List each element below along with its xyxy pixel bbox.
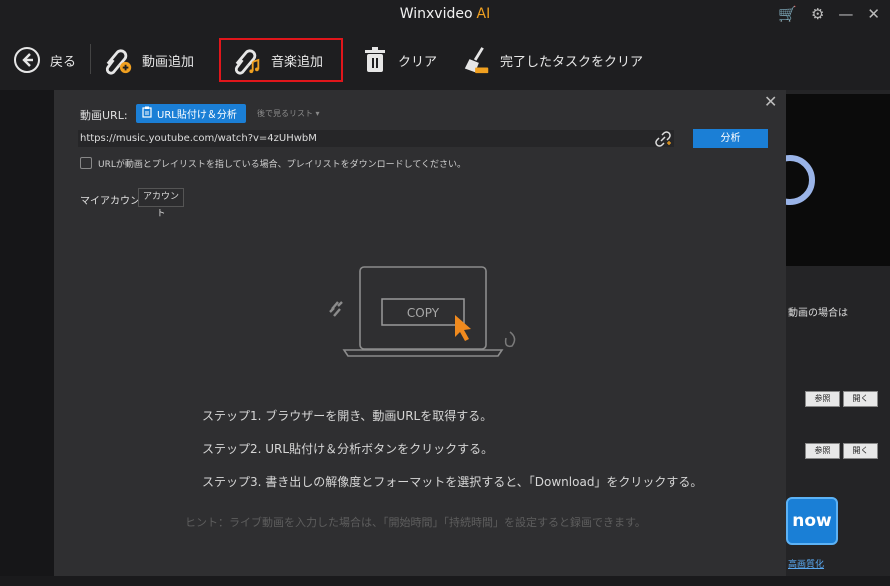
chevron-down-icon: ▾ (315, 109, 320, 118)
left-background (0, 90, 54, 586)
add-music-button[interactable]: 音楽追加 (233, 42, 323, 78)
back-label: 戻る (50, 54, 77, 70)
clear-button[interactable]: クリア (360, 42, 437, 78)
open-button[interactable]: 開く (843, 443, 878, 459)
clipboard-icon (142, 106, 152, 121)
app-title: Winxvideo AI (0, 6, 890, 22)
copy-illustration-text: COPY (406, 306, 440, 320)
video-preview (765, 94, 890, 266)
bottom-bar (0, 576, 890, 586)
close-icon[interactable]: ✕ (764, 92, 777, 111)
later-list-dropdown[interactable]: 後で見るリスト ▾ (257, 108, 320, 119)
cart-icon[interactable]: 🛒 (778, 5, 797, 23)
paste-analyze-label: URL貼付け＆分析 (157, 110, 237, 121)
playlist-checkbox-label: URLが動画とプレイリストを指している場合、プレイリストをダウンロードしてくださ… (98, 160, 467, 170)
analyze-button[interactable]: 分析 (693, 129, 768, 148)
add-music-icon (233, 45, 263, 75)
minimize-icon[interactable]: — (838, 5, 853, 23)
clear-done-label: 完了したタスクをクリア (500, 54, 644, 70)
close-icon[interactable]: ✕ (867, 5, 880, 23)
app-title-suffix: AI (476, 6, 491, 22)
broom-icon (462, 45, 492, 75)
hq-link[interactable]: 高画質化 (788, 557, 824, 570)
hint-text: ヒント：ライブ動画を入力した場合は、「開始時間」「持続時間」を設定すると録画でき… (185, 516, 646, 529)
add-video-icon (104, 45, 134, 75)
app-title-text: Winxvideo (399, 6, 473, 22)
add-video-button[interactable]: 動画追加 (104, 42, 194, 78)
title-bar: Winxvideo AI 🛒 ⚙ — ✕ (0, 0, 890, 30)
clear-label: クリア (398, 54, 438, 70)
url-label: 動画URL: (80, 109, 128, 122)
settings-icon[interactable]: ⚙ (811, 5, 824, 23)
run-button[interactable]: now (786, 497, 838, 545)
right-panel-note: 動画の場合は (788, 308, 848, 319)
trash-icon (360, 45, 390, 75)
step-2-text: ステップ2. URL貼付け＆分析ボタンをクリックする。 (202, 442, 494, 456)
step-3-text: ステップ3. 書き出しの解像度とフォーマットを選択すると、「Download」を… (202, 475, 703, 489)
later-list-label: 後で見るリスト (257, 109, 313, 118)
add-video-label: 動画追加 (142, 54, 195, 70)
paste-analyze-button[interactable]: URL貼付け＆分析 (136, 104, 246, 123)
clear-done-button[interactable]: 完了したタスクをクリア (462, 42, 643, 78)
link-icon[interactable] (655, 131, 671, 151)
url-input[interactable] (78, 130, 674, 147)
account-button[interactable]: アカウント (138, 188, 184, 219)
playlist-checkbox[interactable] (80, 157, 92, 169)
back-button[interactable]: 戻る (12, 42, 76, 78)
browse-button[interactable]: 参照 (805, 443, 840, 459)
step-1-text: ステップ1. ブラウザーを開き、動画URLを取得する。 (202, 409, 493, 423)
add-music-label: 音楽追加 (271, 54, 324, 70)
open-button[interactable]: 開く (843, 391, 878, 407)
toolbar-divider (90, 44, 91, 74)
browse-button[interactable]: 参照 (805, 391, 840, 407)
back-arrow-icon (12, 45, 42, 75)
